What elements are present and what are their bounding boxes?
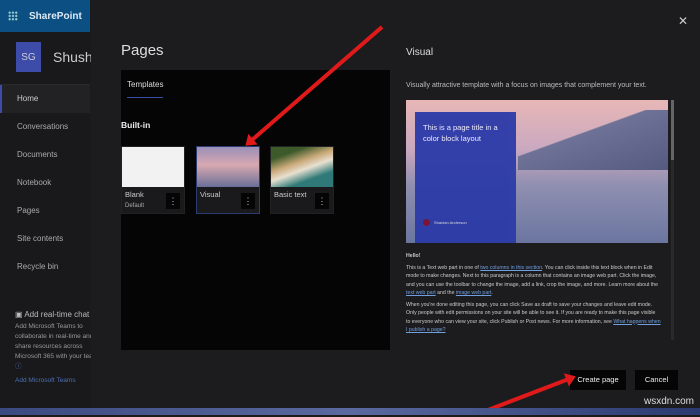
pages-dialog: Pages ✕ Templates Built-in Blank Default…	[91, 0, 700, 408]
template-thumbnail	[197, 147, 259, 187]
taskbar	[0, 408, 700, 415]
body-text: and the	[435, 290, 456, 296]
preview-body: Hello! This is a Text web part in one of…	[406, 252, 661, 338]
preview-description: Visually attractive template with a focu…	[406, 82, 647, 89]
nav-home[interactable]: Home	[0, 85, 90, 113]
promo-text: share resources across	[15, 343, 83, 350]
more-options-icon[interactable]: ⋮	[241, 193, 255, 209]
nav-notebook[interactable]: Notebook	[0, 169, 90, 197]
preview-title: Visual	[406, 47, 434, 58]
templates-panel: Templates Built-in Blank Default ⋮ Visua…	[121, 70, 390, 350]
template-basic-text[interactable]: Basic text ⋮	[270, 146, 334, 214]
nav-documents[interactable]: Documents	[0, 141, 90, 169]
template-visual[interactable]: Visual ⋮	[196, 146, 260, 214]
section-heading: Built-in	[121, 120, 151, 130]
template-sub: Default	[125, 203, 145, 209]
tab-templates[interactable]: Templates	[127, 80, 164, 98]
link[interactable]: image web part	[456, 290, 491, 296]
author-name: Shanlan Anderson	[434, 220, 467, 225]
hello-text: Hello!	[406, 253, 421, 259]
promo-text: Microsoft 365 with your team	[15, 353, 93, 360]
create-page-button[interactable]: Create page	[570, 370, 626, 390]
nav-pages[interactable]: Pages	[0, 197, 90, 225]
promo-text: Add Microsoft Teams to	[15, 323, 83, 330]
preview-image: This is a page title in a color block la…	[406, 100, 668, 243]
template-thumbnail	[271, 147, 333, 187]
sidebar: SharePoint SG Shush- Home Conversations D…	[0, 0, 97, 415]
close-icon[interactable]: ✕	[678, 14, 688, 28]
app-name[interactable]: SharePoint	[29, 11, 82, 22]
color-block: This is a page title in a color block la…	[415, 112, 516, 243]
nav-site-contents[interactable]: Site contents	[0, 225, 90, 253]
dialog-title: Pages	[121, 42, 164, 59]
link[interactable]: two columns in this section	[480, 265, 542, 271]
template-name: Visual	[200, 190, 221, 199]
body-text: This is a Text web part in one of	[406, 264, 481, 271]
teams-promo: ▣ Add real-time chat Add Microsoft Teams…	[15, 310, 93, 386]
add-teams-link[interactable]: Add Microsoft Teams	[15, 376, 93, 386]
author-avatar	[423, 219, 430, 226]
site-logo[interactable]: SG	[16, 42, 41, 72]
site-nav: Home Conversations Documents Notebook Pa…	[0, 84, 90, 281]
more-options-icon[interactable]: ⋮	[315, 193, 329, 209]
template-blank[interactable]: Blank Default ⋮	[121, 146, 185, 214]
link[interactable]: text web part	[406, 290, 436, 296]
block-title: This is a page title in a color block la…	[423, 123, 498, 143]
teams-icon: ▣	[15, 310, 25, 319]
info-icon[interactable]: ⓘ	[15, 362, 93, 372]
body-text: .	[491, 290, 493, 296]
nav-recycle-bin[interactable]: Recycle bin	[0, 253, 90, 281]
cancel-button[interactable]: Cancel	[635, 370, 678, 390]
nav-conversations[interactable]: Conversations	[0, 113, 90, 141]
teams-promo-title: Add real-time chat	[24, 310, 90, 319]
template-name: Blank	[125, 190, 144, 199]
preview-scrollbar[interactable]	[671, 100, 674, 340]
template-thumbnail	[122, 147, 184, 187]
more-options-icon[interactable]: ⋮	[166, 193, 180, 209]
template-name: Basic text	[274, 190, 307, 199]
app-launcher-icon[interactable]	[8, 11, 18, 21]
suite-bar: SharePoint	[0, 0, 90, 32]
promo-text: collaborate in real-time and	[15, 333, 93, 340]
watermark: wsxdn.com	[643, 396, 694, 407]
